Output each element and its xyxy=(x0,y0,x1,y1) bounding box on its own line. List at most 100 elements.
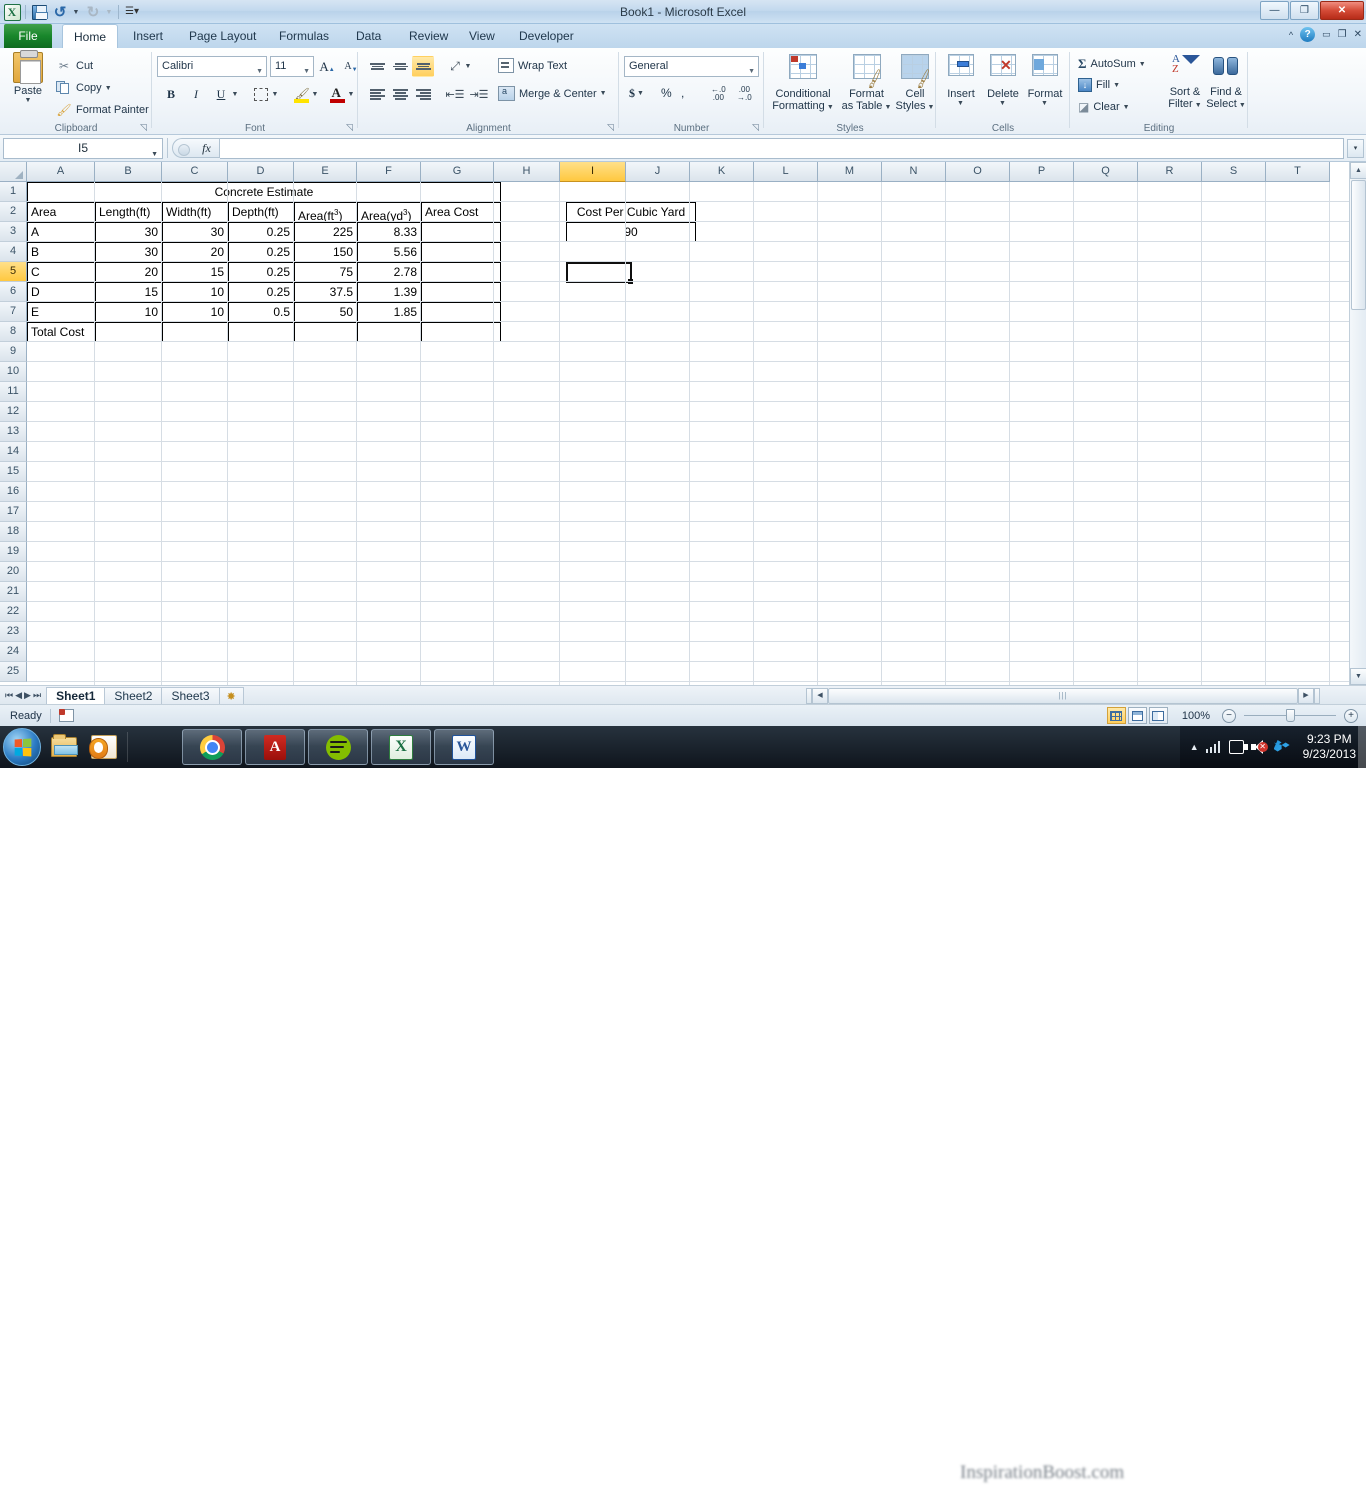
active-cell-selection[interactable] xyxy=(566,262,633,284)
row-header-6[interactable]: 6 xyxy=(0,282,27,302)
tab-insert[interactable]: Insert xyxy=(122,24,174,48)
align-bottom-icon[interactable] xyxy=(412,56,434,77)
start-button[interactable] xyxy=(3,728,41,766)
number-format-combobox[interactable]: General ▼ xyxy=(624,56,759,77)
cell-A4[interactable]: B xyxy=(27,242,95,262)
format-cells-button[interactable]: Format ▼ xyxy=(1024,52,1066,107)
accounting-format-button[interactable]: $ ▼ xyxy=(629,86,644,101)
restore-window-icon[interactable]: ▭ xyxy=(1322,29,1331,40)
record-macro-icon[interactable] xyxy=(58,709,74,722)
cell-C6[interactable]: 10 xyxy=(162,282,228,302)
cell-F7[interactable]: 1.85 xyxy=(357,302,421,322)
row-header-19[interactable]: 19 xyxy=(0,542,27,562)
scroll-right-button[interactable]: ▶ xyxy=(1298,687,1314,704)
column-header-S[interactable]: S xyxy=(1202,162,1266,182)
name-box-chevron-down-icon[interactable]: ▼ xyxy=(151,145,158,164)
cell-B2[interactable]: Length(ft) xyxy=(95,202,162,222)
font-size-combobox[interactable]: 11 ▼ xyxy=(270,56,314,77)
font-name-chevron-down-icon[interactable]: ▼ xyxy=(256,62,263,81)
column-header-G[interactable]: G xyxy=(421,162,494,182)
row-header-22[interactable]: 22 xyxy=(0,602,27,622)
tab-file[interactable]: File xyxy=(4,24,52,48)
column-header-N[interactable]: N xyxy=(882,162,946,182)
cut-button[interactable]: ✂ Cut xyxy=(56,56,93,76)
percent-format-button[interactable]: % xyxy=(661,86,672,100)
sheet-tab-sheet3[interactable]: Sheet3 xyxy=(161,687,220,705)
row-header-3[interactable]: 3 xyxy=(0,222,27,242)
underline-button[interactable]: U xyxy=(210,84,232,105)
tab-data[interactable]: Data xyxy=(345,24,392,48)
clock[interactable]: 9:23 PM 9/23/2013 xyxy=(1297,732,1362,762)
select-all-button[interactable] xyxy=(0,162,27,182)
copy-button[interactable]: Copy ▼ xyxy=(56,78,112,98)
cell-E5[interactable]: 75 xyxy=(294,262,357,282)
column-header-M[interactable]: M xyxy=(818,162,882,182)
delete-cells-button[interactable]: ✕ Delete ▼ xyxy=(982,52,1024,107)
fill-color-dropdown-icon[interactable]: ▼ xyxy=(310,84,321,105)
new-sheet-icon[interactable]: ✸ xyxy=(218,687,244,705)
fill-dropdown-icon[interactable]: ▼ xyxy=(1113,82,1120,89)
dropbox-icon[interactable] xyxy=(1274,740,1290,754)
cell-F6[interactable]: 1.39 xyxy=(357,282,421,302)
row-header-9[interactable]: 9 xyxy=(0,342,27,362)
clipboard-dialog-launcher[interactable]: ◹ xyxy=(138,122,149,133)
align-left-icon[interactable] xyxy=(366,84,388,105)
cell-D6[interactable]: 0.25 xyxy=(228,282,294,302)
row-header-23[interactable]: 23 xyxy=(0,622,27,642)
cell-A2[interactable]: Area xyxy=(27,202,95,222)
tab-page-layout[interactable]: Page Layout xyxy=(178,24,267,48)
prev-sheet-icon[interactable]: ◀ xyxy=(15,690,22,701)
page-layout-view-button[interactable] xyxy=(1127,707,1147,724)
volume-muted-icon[interactable]: ✕ xyxy=(1250,740,1268,754)
align-right-icon[interactable] xyxy=(412,84,434,105)
scroll-end-grip[interactable] xyxy=(1314,687,1320,704)
scroll-down-button[interactable]: ▼ xyxy=(1350,668,1366,685)
number-format-chevron-down-icon[interactable]: ▼ xyxy=(748,62,755,81)
font-name-combobox[interactable]: Calibri ▼ xyxy=(157,56,267,77)
cell-D3[interactable]: 0.25 xyxy=(228,222,294,242)
decrease-decimal-icon[interactable]: .00 →.0 xyxy=(737,86,752,102)
restore-down-icon[interactable]: ❐ xyxy=(1338,29,1347,40)
horizontal-scroll-thumb[interactable]: ||| xyxy=(828,687,1298,704)
column-header-F[interactable]: F xyxy=(357,162,421,182)
tab-home[interactable]: Home xyxy=(62,24,118,48)
spotify-icon[interactable] xyxy=(308,729,368,765)
cell-G2[interactable]: Area Cost xyxy=(421,202,501,222)
cell-A7[interactable]: E xyxy=(27,302,95,322)
cell-F4[interactable]: 5.56 xyxy=(357,242,421,262)
column-header-L[interactable]: L xyxy=(754,162,818,182)
cell-G9-total-value[interactable] xyxy=(421,322,501,342)
tab-developer[interactable]: Developer xyxy=(508,24,585,48)
chrome-icon[interactable] xyxy=(182,729,242,765)
format-as-table-button[interactable]: 🖌 Format as Table ▼ xyxy=(840,52,893,114)
number-dialog-launcher[interactable]: ◹ xyxy=(750,122,761,133)
cell-B3[interactable]: 30 xyxy=(95,222,162,242)
minimize-button[interactable]: — xyxy=(1260,1,1289,20)
comma-format-button[interactable]: , xyxy=(681,86,684,100)
row-header-15[interactable]: 15 xyxy=(0,462,27,482)
wrap-text-button[interactable]: Wrap Text xyxy=(498,58,567,73)
column-header-Q[interactable]: Q xyxy=(1074,162,1138,182)
merge-center-button[interactable]: Merge & Center ▼ xyxy=(498,86,607,101)
cell-C2[interactable]: Width(ft) xyxy=(162,202,228,222)
row-header-25[interactable]: 25 xyxy=(0,662,27,682)
font-color-icon[interactable]: A xyxy=(326,84,348,105)
column-header-H[interactable]: H xyxy=(494,162,560,182)
tab-view[interactable]: View xyxy=(458,24,506,48)
increase-decimal-icon[interactable]: ←.0.00 xyxy=(711,86,726,102)
column-header-B[interactable]: B xyxy=(95,162,162,182)
autosum-dropdown-icon[interactable]: ▼ xyxy=(1139,61,1146,68)
column-header-E[interactable]: E xyxy=(294,162,357,182)
insert-dropdown-icon[interactable]: ▼ xyxy=(939,100,982,107)
cell-A5[interactable]: C xyxy=(27,262,95,282)
increase-indent-icon[interactable]: ⇥☰ xyxy=(468,84,490,105)
maximize-button[interactable]: ❐ xyxy=(1290,1,1319,20)
row-header-10[interactable]: 10 xyxy=(0,362,27,382)
cell-C4[interactable]: 20 xyxy=(162,242,228,262)
font-color-dropdown-icon[interactable]: ▼ xyxy=(346,84,357,105)
adobe-reader-icon[interactable] xyxy=(245,729,305,765)
row-header-17[interactable]: 17 xyxy=(0,502,27,522)
row-header-7[interactable]: 7 xyxy=(0,302,27,322)
row-header-21[interactable]: 21 xyxy=(0,582,27,602)
italic-button[interactable]: I xyxy=(185,84,207,105)
